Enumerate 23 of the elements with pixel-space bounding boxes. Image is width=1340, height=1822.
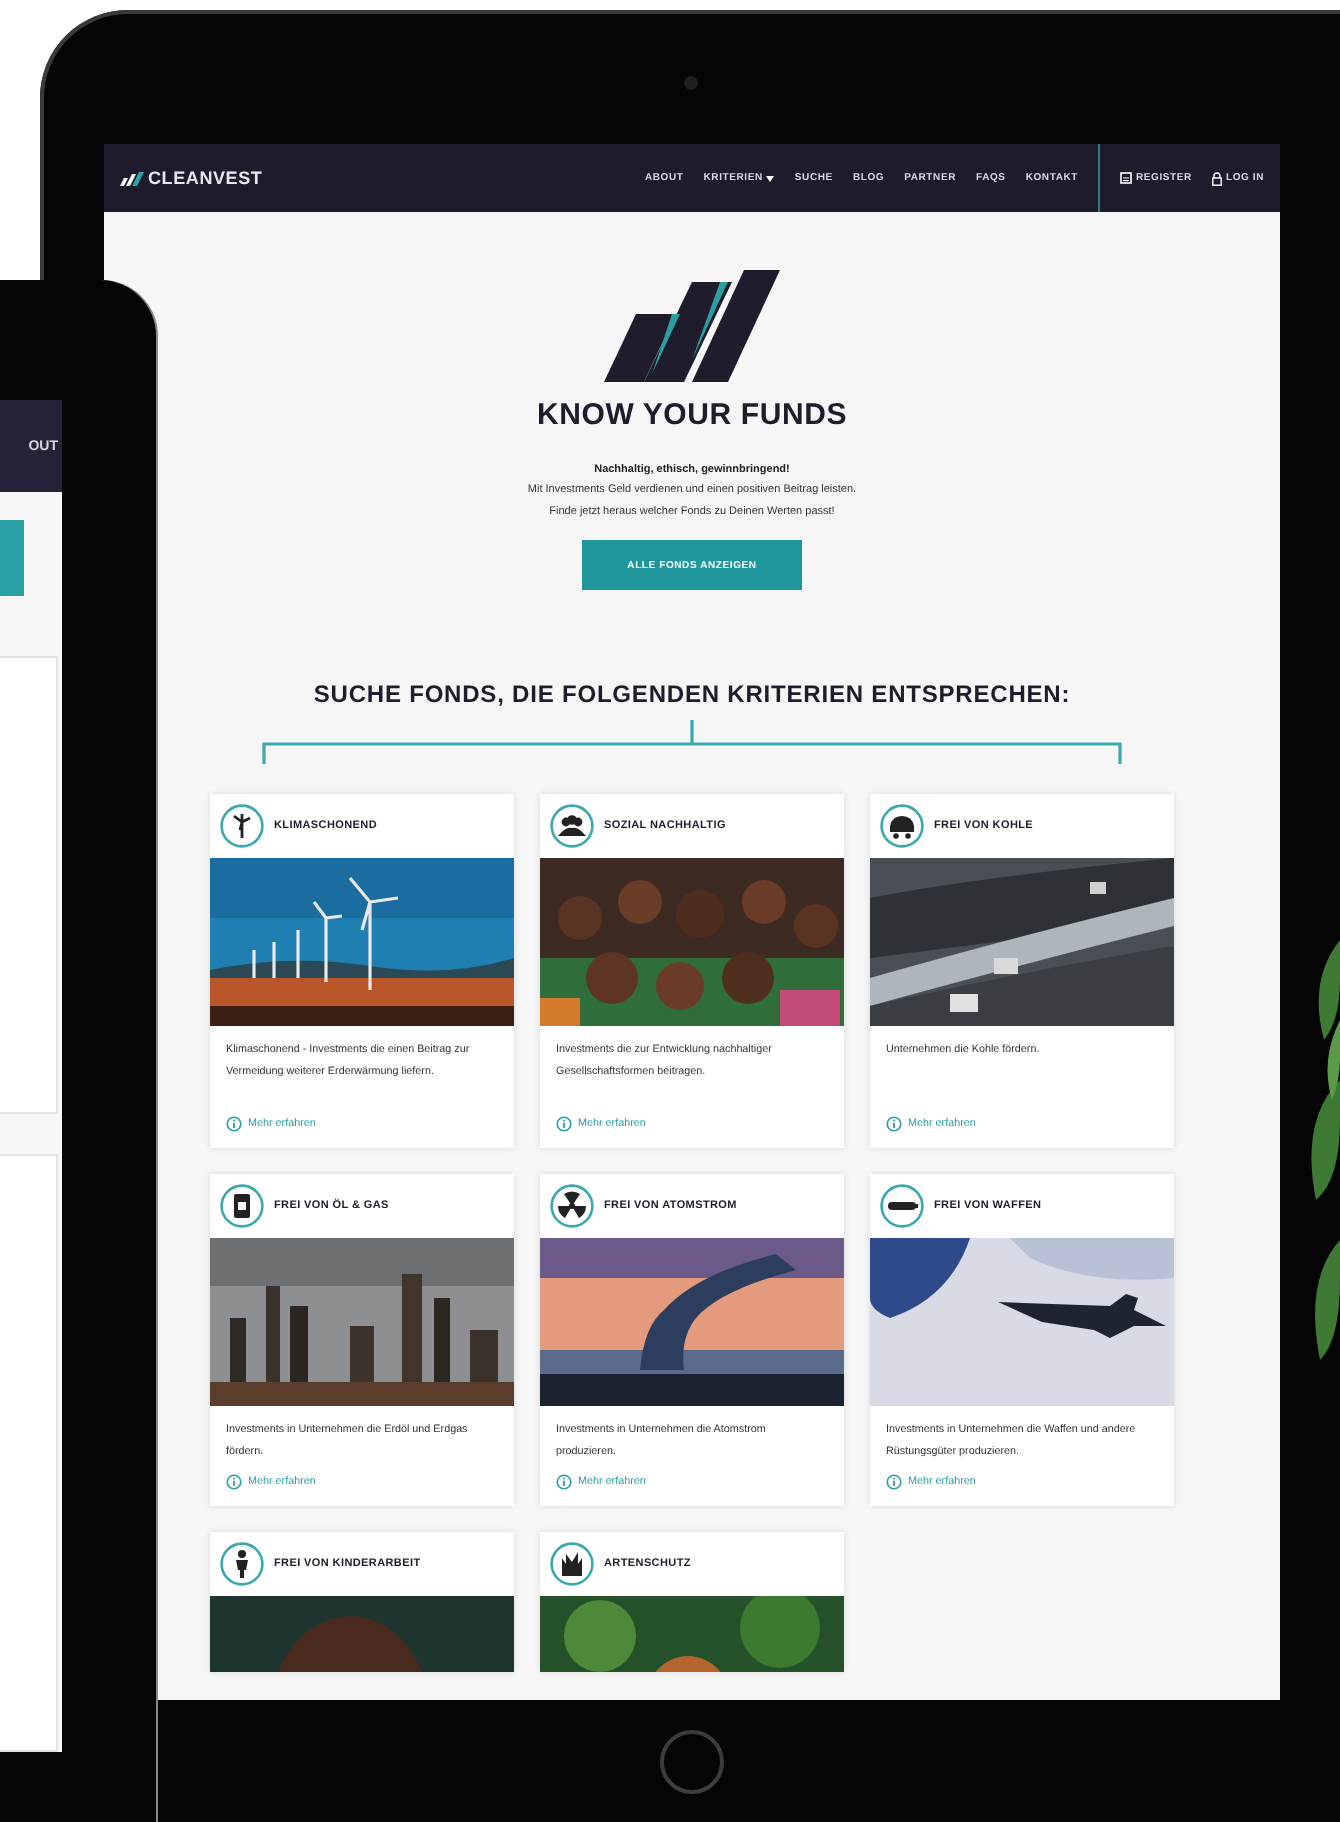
wind-turbine-icon [220,804,264,848]
lock-icon [1211,171,1222,185]
people-icon [550,804,594,848]
page-title: KNOW YOUR FUNDS [536,398,848,432]
radiation-icon [550,1184,594,1228]
child-icon [220,1542,264,1586]
camera-lens [684,76,698,90]
register-icon [1120,172,1132,184]
caret-icon [766,175,775,181]
logo-icon [120,171,144,185]
info-icon [556,1474,572,1490]
cta-button[interactable] [0,520,24,597]
bullet-icon [880,1184,924,1228]
canister-icon [220,1184,264,1228]
home-button[interactable] [660,1730,724,1794]
info-icon [886,1116,902,1132]
cart-icon [880,804,924,848]
logo-text: CLEANVEST [148,168,263,188]
info-icon [556,1116,572,1132]
info-icon [886,1474,902,1490]
info-icon [226,1474,242,1490]
info-icon [226,1116,242,1132]
section-heading: SUCHE FONDS, DIE FOLGENDEN KRITERIEN ENTSPRECHEN: [313,680,1071,708]
